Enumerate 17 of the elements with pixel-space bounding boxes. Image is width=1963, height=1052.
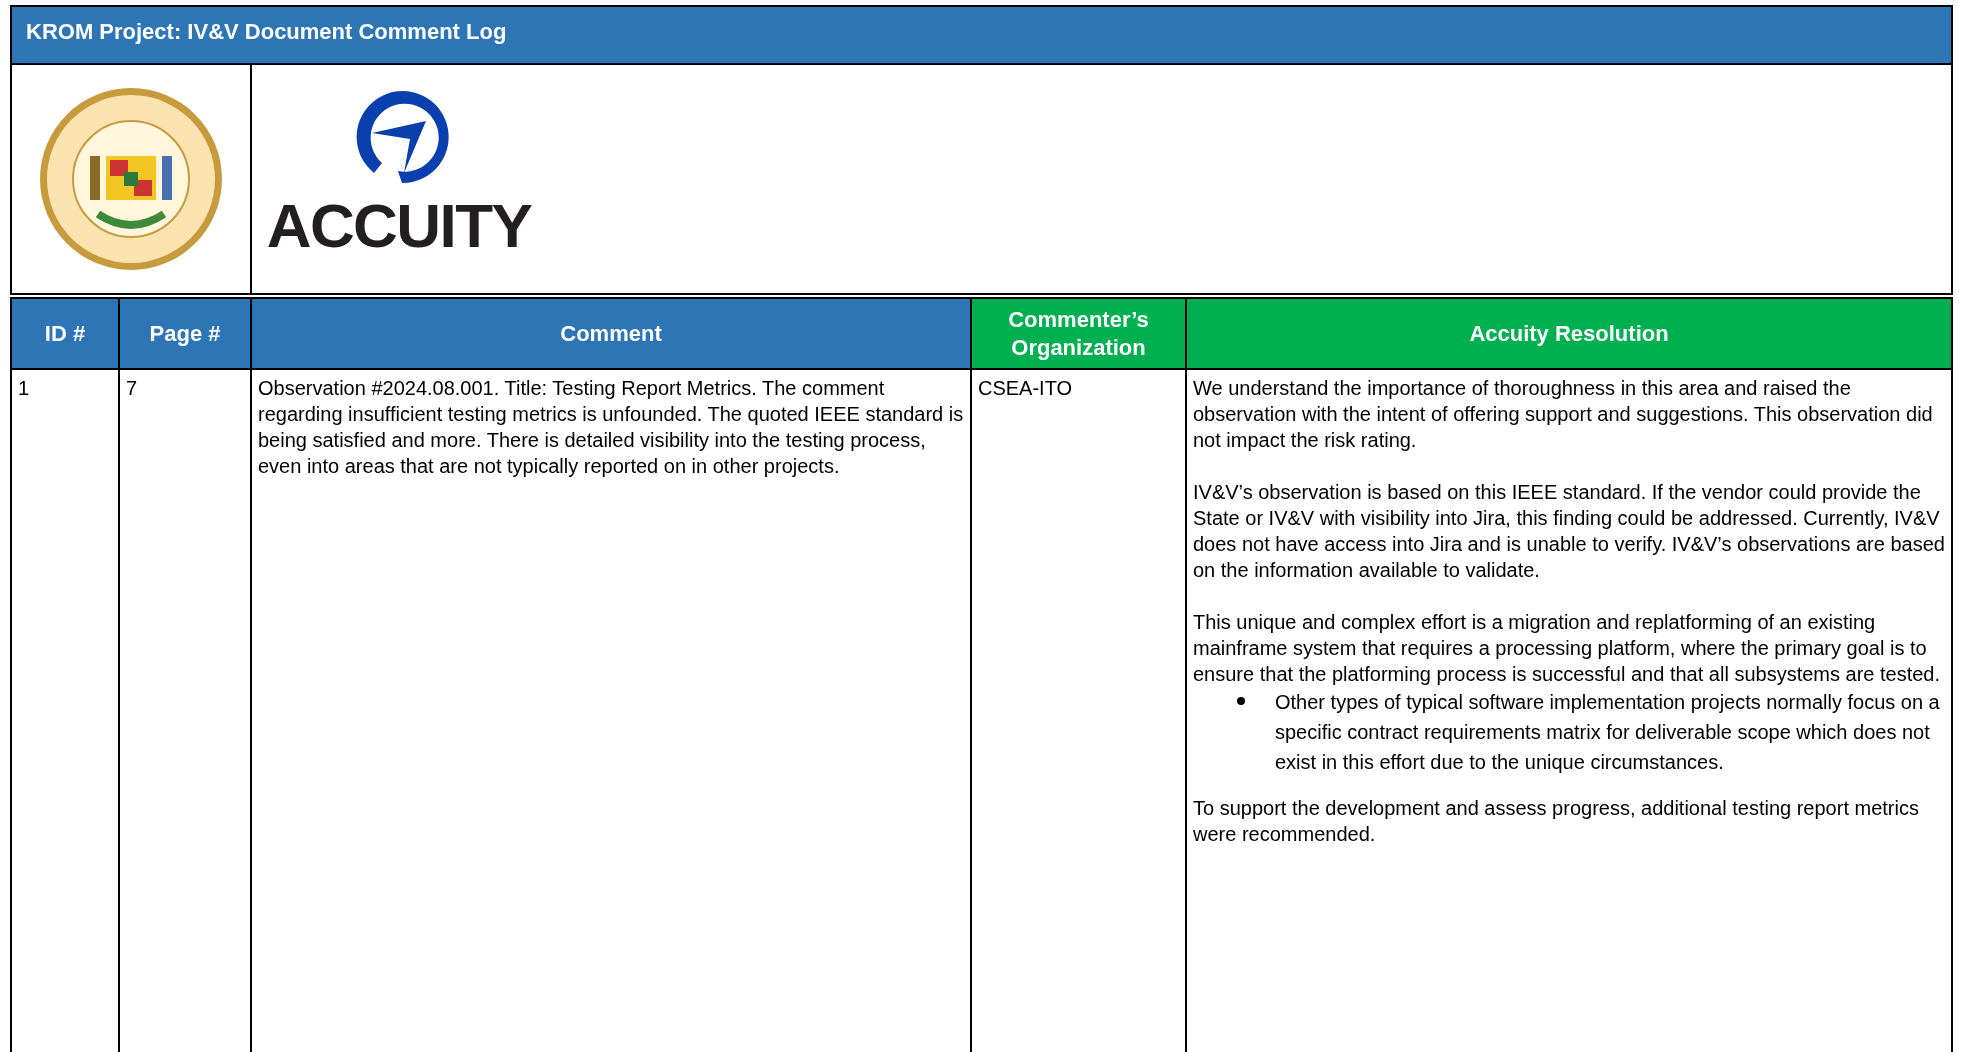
table-cell-text: 1 xyxy=(18,376,31,401)
table-cell-text: This unique and complex effort is a migration and replatforming of an existing mainframe system that requires a processing platform, where the primary goal is to ensure that the platforming process is successful and that all subsystems are tested. xyxy=(1193,610,1942,687)
column-header: Comment xyxy=(252,299,972,368)
document-title: KROM Project: IV&V Document Comment Log xyxy=(10,5,1953,65)
table-cell-text: Observation #2024.08.001. Title: Testing Report Metrics. The comment regarding insufficient testing metrics is unfounded. The quoted IEEE standard is being satisfied and more. There is detailed visibility into the testing process, even into areas that are not typically reported on in other projects. xyxy=(258,376,964,479)
column-header: Accuity Resolution xyxy=(1187,299,1951,368)
column-header: Page # xyxy=(120,299,252,368)
table-cell-text: Other types of typical software implementation projects normally focus on a specific contract requirements matrix for deliverable scope which does not exist in this effort due to the unique circumstances. xyxy=(1275,690,1941,775)
column-header: ID # xyxy=(12,299,120,368)
bullet-icon xyxy=(1237,697,1245,705)
table-cell-text: To support the development and assess progress, additional testing report metrics were recommended. xyxy=(1193,796,1920,847)
column-header: Commenter’s Organization xyxy=(972,299,1187,368)
logo-wordmark: ACCUITY xyxy=(266,195,532,257)
table-cell-text: IV&V’s observation is based on this IEEE standard. If the vendor could provide the State or IV&V with visibility into Jira, this finding could be addressed. Currently, IV&V does not have access into Jira and is unable to verify. IV&V’s observations are based on the information available to validate. xyxy=(1193,480,1945,583)
table-cell-text: 7 xyxy=(126,376,139,401)
table-cell-text: CSEA-ITO xyxy=(978,376,1074,401)
table-cell-text: We understand the importance of thoroughness in this area and raised the observation with the intent of offering support and suggestions. This observation did not impact the risk rating. xyxy=(1193,376,1934,453)
